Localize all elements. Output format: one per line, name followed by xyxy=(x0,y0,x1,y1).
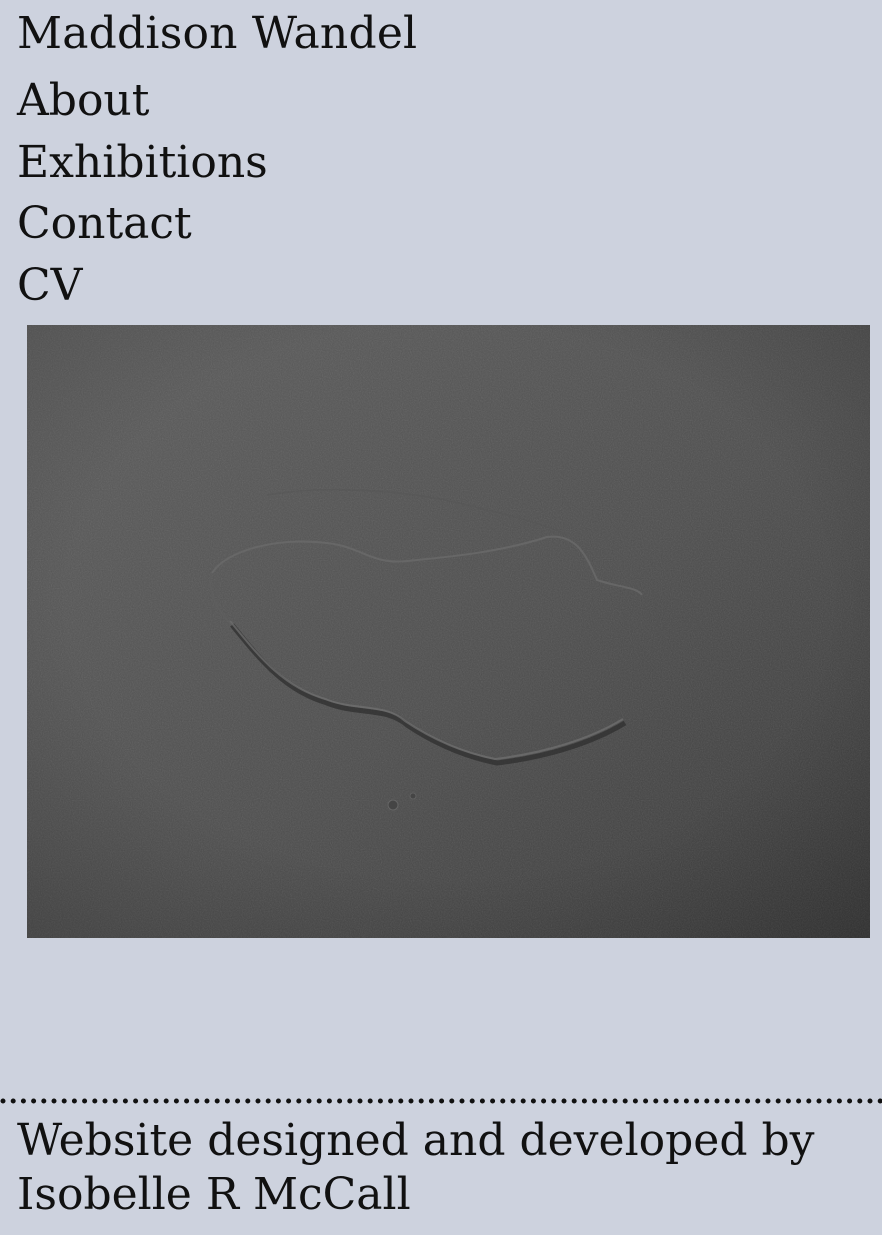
nav-item-exhibitions: Exhibitions xyxy=(17,132,268,194)
nav-link-exhibitions[interactable]: Exhibitions xyxy=(17,132,268,193)
nav-link-contact[interactable]: Contact xyxy=(17,193,268,254)
footer-credit: Website designed and developed by Isobel… xyxy=(17,1114,877,1222)
footer-credit-line-2: Isobelle R McCall xyxy=(17,1169,411,1220)
nav-item-cv: CV xyxy=(17,255,268,317)
nav-item-about: About xyxy=(17,70,268,132)
nav-link-about[interactable]: About xyxy=(17,70,268,131)
artwork-image xyxy=(27,325,870,938)
artwork-photo xyxy=(27,325,870,938)
main-nav: About Exhibitions Contact CV xyxy=(17,70,268,316)
site-title[interactable]: Maddison Wandel xyxy=(17,4,417,64)
nav-link-cv[interactable]: CV xyxy=(17,255,268,316)
nav-item-contact: Contact xyxy=(17,193,268,255)
footer-dotted-divider xyxy=(0,1098,882,1104)
footer-credit-line-1: Website designed and developed by xyxy=(17,1115,815,1166)
